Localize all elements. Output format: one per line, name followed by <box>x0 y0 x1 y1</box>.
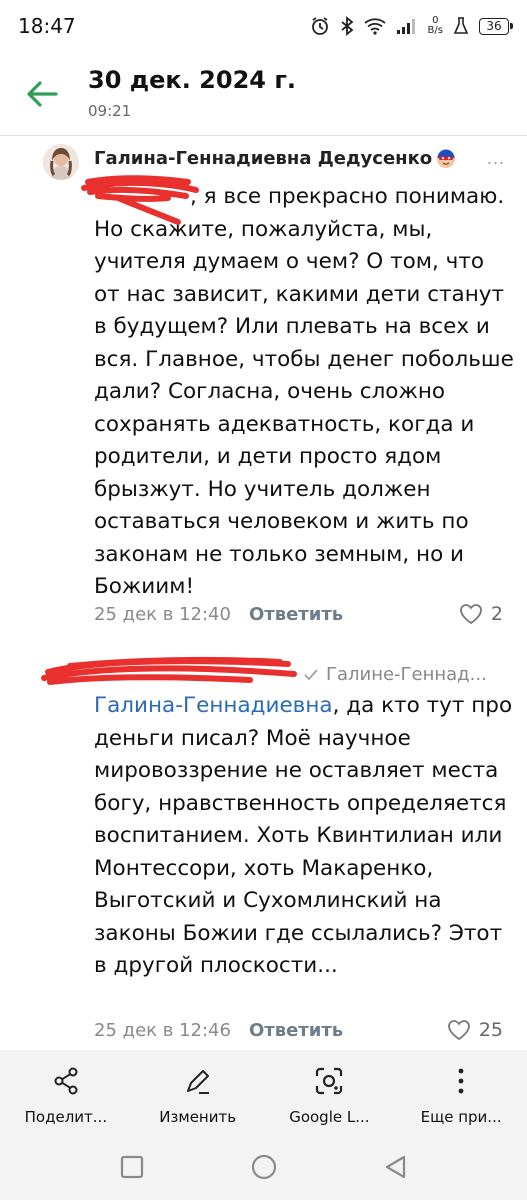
back-button[interactable] <box>22 74 62 114</box>
comment-author-row: Галине-Геннад... <box>94 664 505 685</box>
net-speed: 0 B/s <box>428 16 443 36</box>
alarm-icon <box>311 17 328 35</box>
comment-meta: 25 дек в 12:46 Ответить 25 <box>94 1019 503 1041</box>
arrow-left-icon <box>27 81 58 107</box>
recent-apps-icon[interactable] <box>117 1152 147 1182</box>
battery-level: 36 <box>486 18 502 33</box>
comment-body: , я все прекрасно понимаю. Но скажите, п… <box>94 184 514 599</box>
checkmark-icon <box>304 668 318 680</box>
comment-text: , я все прекрасно понимаю. Но скажите, п… <box>94 181 514 604</box>
google-lens-icon <box>316 1067 343 1095</box>
comment-text: Галина-Геннадиевна, да кто тут про деньг… <box>94 690 514 983</box>
reply-to-name: Галине-Геннад... <box>326 664 487 685</box>
comment-date: 25 дек в 12:40 <box>94 603 231 625</box>
home-icon[interactable] <box>249 1152 279 1182</box>
heart-icon <box>460 604 482 625</box>
more-vertical-icon <box>458 1068 464 1094</box>
more-actions-label: Еще при... <box>420 1108 502 1126</box>
reply-to[interactable]: Галине-Геннад... <box>300 664 487 685</box>
action-bar: Поделит... Изменить Google L... Еще при.… <box>0 1050 527 1138</box>
system-nav-bar <box>0 1138 527 1200</box>
signal-icon <box>396 19 415 34</box>
google-lens-label: Google L... <box>289 1108 370 1126</box>
flask-icon <box>453 17 469 34</box>
battery-icon: 36 <box>479 17 513 35</box>
comment-meta: 25 дек в 12:40 Ответить 2 <box>94 603 503 625</box>
bluetooth-icon <box>340 16 353 36</box>
like-button[interactable]: 25 <box>447 1019 503 1041</box>
back-icon[interactable] <box>381 1152 411 1182</box>
author-name[interactable]: Галина-Геннадиевна Дедусенко <box>94 148 432 169</box>
avatar[interactable] <box>43 144 79 180</box>
more-options-icon[interactable]: ... <box>487 148 505 169</box>
superhero-emoji-icon <box>437 149 456 168</box>
google-lens-button[interactable]: Google L... <box>264 1050 396 1138</box>
comment-author-row: Галина-Геннадиевна Дедусенко ... <box>94 148 505 169</box>
like-count: 25 <box>478 1019 503 1041</box>
reply-button[interactable]: Ответить <box>249 1020 343 1041</box>
header-divider <box>0 135 527 136</box>
comment-body: , да кто тут про деньги писал? Моё научн… <box>94 693 513 978</box>
status-bar: 18:47 0 B/s 36 <box>0 0 527 52</box>
like-count: 2 <box>490 603 503 625</box>
more-actions-button[interactable]: Еще при... <box>395 1050 527 1138</box>
share-label: Поделит... <box>24 1108 108 1126</box>
page-title: 30 дек. 2024 г. <box>88 66 296 94</box>
page-subtitle: 09:21 <box>88 102 132 120</box>
header: 30 дек. 2024 г. 09:21 <box>0 52 527 136</box>
wifi-icon <box>363 18 386 35</box>
mention-link[interactable]: Галина-Геннадиевна <box>94 693 333 718</box>
status-icons: 0 B/s 36 <box>310 16 513 36</box>
share-button[interactable]: Поделит... <box>0 1050 132 1138</box>
share-icon <box>54 1067 78 1095</box>
status-time: 18:47 <box>18 14 76 38</box>
reply-button[interactable]: Ответить <box>249 604 343 625</box>
edit-button[interactable]: Изменить <box>132 1050 264 1138</box>
edit-label: Изменить <box>159 1108 237 1126</box>
heart-icon <box>447 1020 470 1041</box>
like-button[interactable]: 2 <box>459 603 503 625</box>
net-speed-unit: B/s <box>427 25 443 36</box>
edit-icon <box>186 1070 209 1094</box>
comment-date: 25 дек в 12:46 <box>94 1019 231 1041</box>
avatar-photo <box>43 144 79 180</box>
